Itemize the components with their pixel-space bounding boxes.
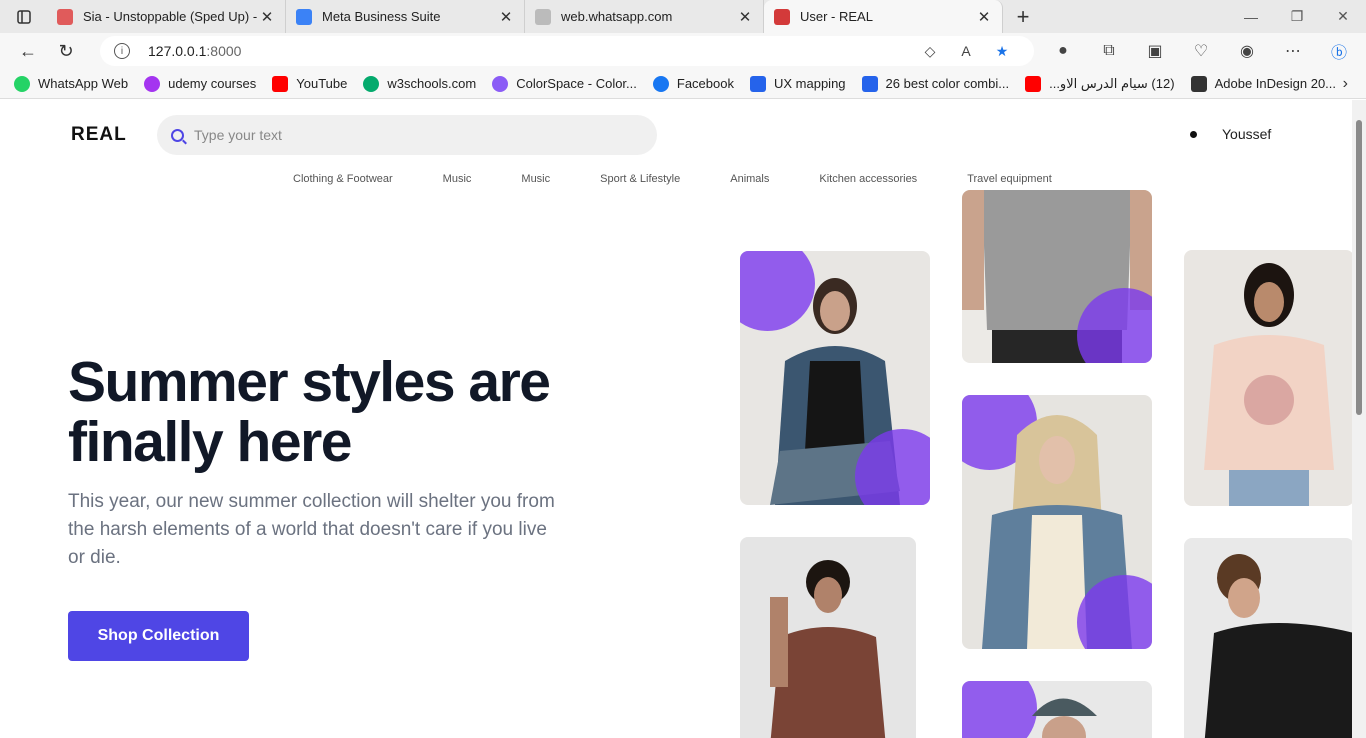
address-bar: ← ↻ i 127.0.0.1:8000 ◇ A ★ ● ⧉ ▣ ♡ ◉ ⋯ ⓑ xyxy=(0,33,1366,69)
tab-whatsapp[interactable]: web.whatsapp.com ✕ xyxy=(525,0,764,33)
restore-button[interactable]: ❐ xyxy=(1274,0,1320,33)
category-link[interactable]: Clothing & Footwear xyxy=(293,173,393,185)
tab-youtube[interactable]: Sia - Unstoppable (Sped Up) - Yo ✕ xyxy=(47,0,286,33)
bookmark-item[interactable]: ColorSpace - Color... xyxy=(492,75,637,92)
bookmark-item[interactable]: WhatsApp Web xyxy=(14,75,128,92)
bookmark-item[interactable]: w3schools.com xyxy=(363,75,476,92)
w-icon xyxy=(861,75,878,92)
bookmark-item[interactable]: Facebook xyxy=(652,75,734,92)
tab-title: web.whatsapp.com xyxy=(561,9,673,24)
category-link[interactable]: Music xyxy=(443,173,472,185)
browser-tab-bar: Sia - Unstoppable (Sped Up) - Yo ✕ Meta … xyxy=(0,0,1366,33)
minimize-button[interactable]: — xyxy=(1228,0,1274,33)
youtube-icon xyxy=(272,75,289,92)
hero-subtitle: This year, our new summer collection wil… xyxy=(68,491,555,568)
udemy-icon xyxy=(144,75,161,92)
page-viewport: REAL Youssef Clothing & Footwear Music M… xyxy=(0,100,1352,738)
bing-icon[interactable]: ⓑ xyxy=(1316,39,1362,63)
product-image xyxy=(962,681,1152,738)
bookmark-item[interactable]: UX mapping xyxy=(749,75,846,92)
product-image xyxy=(962,190,1152,363)
tab-title: User - REAL xyxy=(800,9,873,24)
category-link[interactable]: Kitchen accessories xyxy=(819,173,917,185)
model-photo xyxy=(1204,554,1352,738)
bookmark-item[interactable]: 26 best color combi... xyxy=(861,75,1009,92)
more-menu-icon[interactable]: ⋯ xyxy=(1270,41,1316,61)
search-bar[interactable] xyxy=(157,115,657,155)
refresh-button[interactable]: ↻ xyxy=(47,35,85,67)
youtube-icon xyxy=(57,8,73,25)
model-photo xyxy=(1204,263,1334,506)
youtube-icon xyxy=(1025,75,1042,92)
url-text[interactable]: 127.0.0.1:8000 xyxy=(148,43,912,59)
search-input[interactable] xyxy=(194,127,634,143)
tab-actions-icon[interactable] xyxy=(0,0,47,33)
url-field[interactable]: i 127.0.0.1:8000 ◇ A ★ xyxy=(100,36,1034,66)
close-icon[interactable]: ✕ xyxy=(737,8,753,26)
site-logo[interactable]: REAL xyxy=(71,124,127,146)
tab-meta[interactable]: Meta Business Suite ✕ xyxy=(286,0,525,33)
w3schools-icon xyxy=(363,75,380,92)
user-name: Youssef xyxy=(1222,126,1272,142)
product-image xyxy=(740,251,930,505)
read-aloud-icon[interactable]: A xyxy=(948,43,984,59)
extensions-icon[interactable]: ⧉ xyxy=(1086,42,1132,60)
ux-mapping-icon xyxy=(749,75,766,92)
page-scrollbar[interactable] xyxy=(1352,100,1366,738)
close-icon[interactable]: ✕ xyxy=(259,8,275,26)
product-image xyxy=(1184,538,1352,738)
real-site-icon xyxy=(774,8,790,25)
cookie-extension-icon[interactable]: ● xyxy=(1040,42,1086,60)
tab-title: Sia - Unstoppable (Sped Up) - Yo xyxy=(83,9,259,24)
scrollbar-thumb[interactable] xyxy=(1356,120,1362,415)
profile-avatar-icon[interactable]: ◉ xyxy=(1224,41,1270,61)
bookmarks-bar: WhatsApp Web udemy courses YouTube w3sch… xyxy=(0,69,1366,99)
tag-icon[interactable]: ◇ xyxy=(912,43,948,60)
bookmark-item[interactable]: Adobe InDesign 20... xyxy=(1190,75,1336,92)
info-icon[interactable]: i xyxy=(114,43,130,59)
favorite-star-icon[interactable]: ★ xyxy=(984,43,1020,60)
health-icon[interactable]: ♡ xyxy=(1178,41,1224,61)
adobe-icon xyxy=(1190,75,1207,92)
back-button[interactable]: ← xyxy=(9,35,47,67)
search-icon xyxy=(171,128,184,142)
close-icon[interactable]: ✕ xyxy=(976,8,992,26)
facebook-icon xyxy=(652,75,669,92)
close-icon[interactable]: ✕ xyxy=(498,8,514,26)
product-image xyxy=(962,395,1152,649)
collections-icon[interactable]: ▣ xyxy=(1132,41,1178,61)
bookmark-item[interactable]: YouTube xyxy=(272,75,347,92)
category-link[interactable]: Animals xyxy=(730,173,769,185)
product-image xyxy=(740,537,916,738)
product-image xyxy=(1184,250,1352,506)
bookmark-item[interactable]: udemy courses xyxy=(144,75,256,92)
tab-real[interactable]: User - REAL ✕ xyxy=(764,0,1003,33)
meta-icon xyxy=(296,8,312,25)
hero-title: Summer styles are finally here xyxy=(68,350,551,474)
page-icon xyxy=(535,8,551,25)
model-photo xyxy=(1032,698,1097,738)
category-link[interactable]: Sport & Lifestyle xyxy=(600,173,680,185)
category-nav: Clothing & Footwear Music Music Sport & … xyxy=(293,173,1102,185)
chevron-right-icon[interactable]: › xyxy=(1343,75,1348,93)
tab-title: Meta Business Suite xyxy=(322,9,441,24)
shop-collection-button[interactable]: Shop Collection xyxy=(68,611,249,661)
bookmark-item[interactable]: (12) سيام الدرس الاو... xyxy=(1025,75,1175,92)
new-tab-button[interactable]: + xyxy=(1003,4,1043,30)
category-link[interactable]: Music xyxy=(521,173,550,185)
user-menu[interactable]: Youssef xyxy=(1190,126,1271,142)
window-close-button[interactable]: ✕ xyxy=(1320,0,1366,33)
colorspace-icon xyxy=(492,75,509,92)
user-status-icon xyxy=(1190,130,1197,138)
model-photo xyxy=(770,560,886,738)
category-link[interactable]: Travel equipment xyxy=(967,173,1052,185)
whatsapp-icon xyxy=(14,75,30,92)
